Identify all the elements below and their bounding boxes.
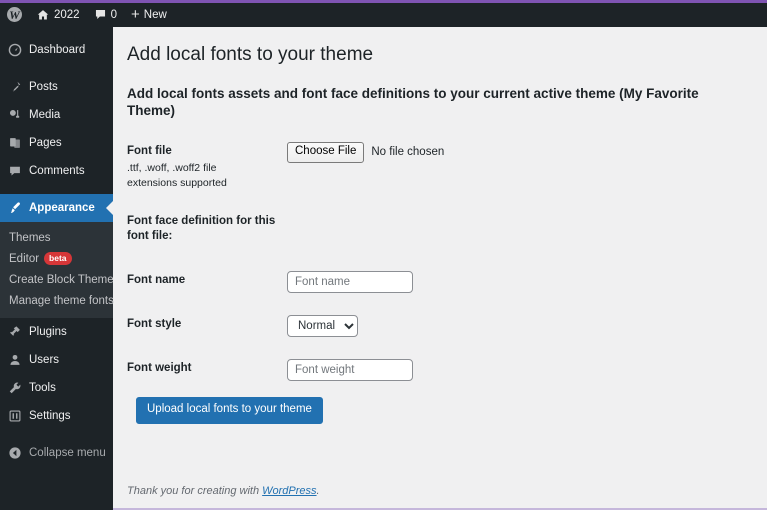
submit-row: Upload local fonts to your theme	[136, 396, 749, 424]
font-face-definition-heading: Font face definition for this font file:	[127, 214, 276, 243]
font-name-field-column	[287, 270, 749, 293]
font-style-label-column: Font style	[127, 315, 287, 333]
top-accent-bar	[0, 0, 767, 3]
font-weight-field-column	[287, 358, 749, 381]
form-row-font-weight: Font weight	[127, 358, 749, 381]
sidebar-item-comments[interactable]: Comments	[0, 157, 113, 185]
plus-icon: +	[131, 6, 140, 23]
font-file-input[interactable]: Choose File No file chosen	[287, 141, 749, 163]
footer-period: .	[316, 485, 320, 497]
font-style-field-column: Normal Italic Oblique	[287, 314, 749, 337]
font-style-label: Font style	[127, 317, 182, 330]
pages-icon	[7, 136, 22, 151]
user-icon	[7, 353, 22, 368]
sidebar-item-label: Collapse menu	[29, 447, 106, 459]
sidebar-subitem-editor[interactable]: Editor beta	[0, 248, 113, 269]
sliders-icon	[7, 409, 22, 424]
adminbar-comments-button[interactable]: 0	[87, 2, 124, 27]
sidebar-subitem-manage-theme-fonts[interactable]: Manage theme fonts	[0, 290, 114, 311]
font-name-label-column: Font name	[127, 271, 287, 289]
wrench-icon	[7, 381, 22, 396]
sidebar-item-label: Comments	[29, 165, 85, 177]
font-style-select[interactable]: Normal Italic Oblique	[287, 314, 358, 337]
adminbar-new-label: New	[143, 8, 167, 21]
beta-badge: beta	[44, 251, 72, 266]
adminbar-wordpress-logo-button[interactable]: W	[0, 2, 29, 27]
sidebar-item-label: Posts	[29, 81, 58, 93]
footer-thanks-text: Thank you for creating with	[127, 485, 263, 497]
sidebar-item-label: Appearance	[29, 202, 95, 214]
sidebar-item-label: Settings	[29, 410, 71, 422]
font-file-description: .ttf, .woff, .woff2 file extensions supp…	[127, 162, 227, 189]
sidebar-submenu-appearance: Themes Editor beta Create Block Theme Ma…	[0, 222, 114, 318]
sidebar-item-tools[interactable]: Tools	[0, 374, 113, 402]
pushpin-icon	[7, 80, 22, 95]
page-subtitle: Add local fonts assets and font face def…	[127, 85, 699, 119]
font-name-label: Font name	[127, 273, 186, 286]
sidebar-item-label: Media	[29, 109, 61, 121]
form-row-font-style: Font style Normal Italic Oblique	[127, 314, 749, 337]
sidebar-item-appearance[interactable]: Appearance	[0, 194, 113, 222]
font-file-field-column: Choose File No file chosen	[287, 141, 749, 163]
sidebar-group-spacer-2	[0, 185, 113, 194]
paintbrush-icon	[7, 201, 22, 216]
font-file-label: Font file	[127, 144, 172, 157]
sidebar-item-posts[interactable]: Posts	[0, 73, 113, 101]
wordpress-logo-icon: W	[7, 7, 22, 22]
sidebar-subitem-label: Editor	[9, 252, 40, 265]
choose-file-button[interactable]: Choose File	[287, 141, 365, 163]
wordpress-admin-screen: W 2022 0 + New Dashboard Posts Media Pag…	[0, 0, 767, 510]
form-row-section-heading: Font face definition for this font file:	[127, 212, 749, 245]
sidebar-item-plugins[interactable]: Plugins	[0, 318, 113, 346]
file-chosen-status: No file chosen	[371, 146, 445, 159]
media-icon	[7, 108, 22, 123]
sidebar-item-pages[interactable]: Pages	[0, 129, 113, 157]
sidebar-subitem-themes[interactable]: Themes	[0, 227, 113, 248]
sidebar-item-label: Users	[29, 354, 60, 366]
font-name-input[interactable]	[287, 270, 413, 293]
sidebar-item-label: Plugins	[29, 326, 67, 338]
sidebar-item-dashboard[interactable]: Dashboard	[0, 36, 113, 64]
section-heading-column: Font face definition for this font file:	[127, 212, 287, 245]
adminbar-site-name-button[interactable]: 2022	[29, 2, 87, 27]
font-weight-label: Font weight	[127, 361, 192, 374]
collapse-arrow-icon	[7, 446, 22, 461]
sidebar-group-spacer-1	[0, 64, 113, 73]
font-weight-label-column: Font weight	[127, 359, 287, 377]
sidebar-subitem-label: Manage theme fonts	[9, 294, 114, 307]
sidebar-group-spacer-3	[0, 430, 113, 439]
admin-content-area: Add local fonts to your theme Add local …	[113, 27, 767, 510]
sidebar-item-settings[interactable]: Settings	[0, 402, 113, 430]
sidebar-item-label: Dashboard	[29, 44, 86, 56]
form-row-font-file: Font file .ttf, .woff, .woff2 file exten…	[127, 141, 749, 190]
plug-icon	[7, 325, 22, 340]
sidebar-subitem-label: Themes	[9, 231, 51, 244]
form-row-font-name: Font name	[127, 270, 749, 293]
sidebar-subitem-label: Create Block Theme	[9, 273, 114, 286]
admin-bar: W 2022 0 + New	[0, 2, 767, 27]
admin-footer: Thank you for creating with WordPress.	[113, 485, 767, 508]
font-file-label-column: Font file .ttf, .woff, .woff2 file exten…	[127, 142, 287, 190]
dashboard-gauge-icon	[7, 43, 22, 58]
sidebar-top-spacer	[0, 27, 113, 36]
upload-local-fonts-button[interactable]: Upload local fonts to your theme	[136, 396, 323, 424]
admin-sidebar-menu: Dashboard Posts Media Pages Comments App…	[0, 27, 114, 510]
adminbar-site-name-label: 2022	[54, 8, 80, 21]
adminbar-comment-count: 0	[110, 8, 117, 21]
sidebar-item-label: Pages	[29, 137, 62, 149]
adminbar-new-button[interactable]: + New	[124, 2, 174, 27]
sidebar-item-users[interactable]: Users	[0, 346, 113, 374]
sidebar-item-collapse-menu[interactable]: Collapse menu	[0, 439, 113, 467]
sidebar-item-media[interactable]: Media	[0, 101, 113, 129]
sidebar-item-label: Tools	[29, 382, 56, 394]
wordpress-link[interactable]: WordPress	[262, 485, 316, 497]
sidebar-subitem-create-block-theme[interactable]: Create Block Theme	[0, 269, 114, 290]
comment-bubble-icon	[7, 164, 22, 179]
font-weight-input[interactable]	[287, 358, 413, 381]
page-title: Add local fonts to your theme	[127, 44, 374, 65]
home-icon	[36, 8, 50, 22]
comment-bubble-icon	[94, 8, 107, 21]
